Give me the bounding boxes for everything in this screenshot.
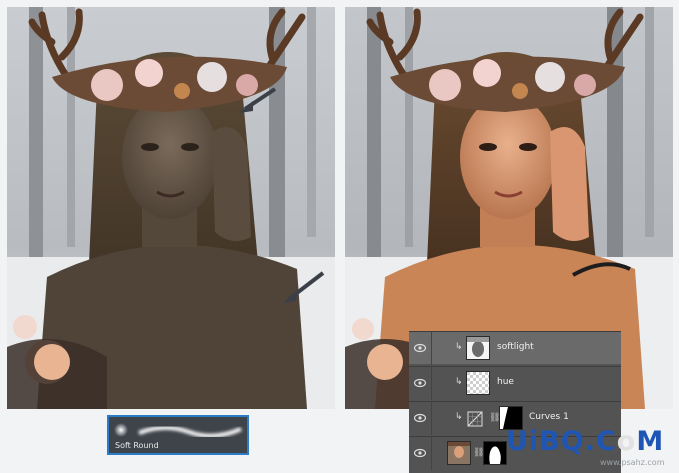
layer-thumbnail xyxy=(466,336,490,360)
clipping-arrow-icon: ↳ xyxy=(455,377,463,387)
brush-name-label: Soft Round xyxy=(115,441,159,450)
layer-name: Curves 1 xyxy=(529,412,569,422)
eye-icon[interactable] xyxy=(414,343,426,353)
watermark-url: www.psahz.com xyxy=(600,458,665,467)
eye-icon[interactable] xyxy=(414,378,426,388)
layer-thumbnail xyxy=(466,371,490,395)
watermark-logo: UiBQ.CoM xyxy=(506,426,665,457)
eye-icon[interactable] xyxy=(414,448,426,458)
layer-mask-thumbnail xyxy=(483,441,507,465)
curves-adjustment-icon xyxy=(467,411,483,427)
layer-thumbnail xyxy=(447,441,471,465)
eye-icon[interactable] xyxy=(414,413,426,423)
clipping-arrow-icon: ↳ xyxy=(455,342,463,352)
layer-row-hue[interactable]: ↳ hue xyxy=(409,366,621,400)
clipping-arrow-icon: ↳ xyxy=(455,412,463,422)
layer-name: softlight xyxy=(497,342,534,352)
before-image xyxy=(7,7,335,409)
layer-row-softlight[interactable]: ↳ softlight xyxy=(409,331,621,365)
layer-name: hue xyxy=(497,377,514,387)
brush-preset-preview[interactable]: Soft Round xyxy=(107,415,249,455)
